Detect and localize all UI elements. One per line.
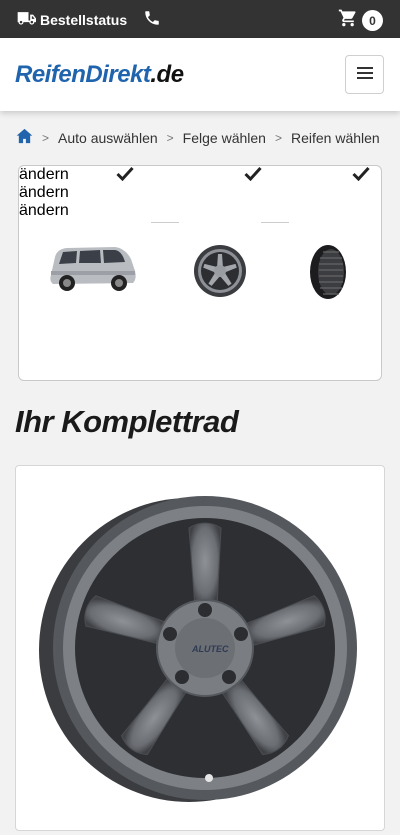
svg-text:ALUTEC: ALUTEC (191, 644, 229, 654)
breadcrumb: > Auto auswählen > Felge wählen > Reifen… (16, 128, 380, 147)
tire-image (309, 244, 347, 305)
site-logo[interactable]: ReifenDirekt.de (15, 61, 184, 89)
page-title: Ihr Komplettrad (15, 404, 239, 439)
chevron-right-icon: > (42, 130, 50, 145)
menu-button[interactable] (345, 55, 384, 94)
step-rim: ändern (19, 166, 381, 297)
step-tire: ändern (19, 166, 381, 299)
step-connector (261, 222, 289, 223)
check-icon (75, 166, 175, 186)
change-rim-link[interactable]: ändern (19, 184, 69, 201)
step-connector (151, 222, 179, 223)
order-status-label: Bestellstatus (40, 11, 128, 28)
rim-image (193, 244, 247, 303)
breadcrumb-item-tire: Reifen wählen (290, 129, 380, 146)
cart-icon (338, 8, 358, 33)
logo-text-tld: .de (150, 61, 184, 88)
change-car-link[interactable]: ändern (19, 166, 69, 183)
order-status-link[interactable]: Bestellstatus (16, 10, 127, 29)
cart-count-badge: 0 (362, 10, 383, 31)
breadcrumb-item-car[interactable]: Auto auswählen (58, 130, 158, 146)
rim-product-image: ALUTEC (39, 488, 361, 813)
product-card[interactable]: ALUTEC (15, 465, 385, 831)
home-icon[interactable] (16, 128, 33, 147)
car-image (45, 241, 139, 302)
chevron-right-icon: > (166, 130, 174, 145)
chevron-right-icon: > (274, 130, 282, 145)
breadcrumb-item-rim[interactable]: Felge wählen (183, 130, 266, 146)
truck-icon (16, 10, 40, 29)
top-bar: Bestellstatus 0 (0, 0, 400, 38)
check-icon (203, 166, 303, 186)
change-tire-link[interactable]: ändern (19, 202, 69, 219)
cart-button[interactable]: 0 (338, 8, 383, 33)
phone-icon[interactable] (143, 9, 161, 32)
check-icon (311, 166, 400, 186)
site-header: ReifenDirekt.de (0, 38, 400, 111)
hamburger-icon (356, 66, 373, 84)
configuration-steps: ändern ändern ändern (18, 165, 382, 381)
logo-text-brand: ReifenDirekt (15, 61, 151, 88)
